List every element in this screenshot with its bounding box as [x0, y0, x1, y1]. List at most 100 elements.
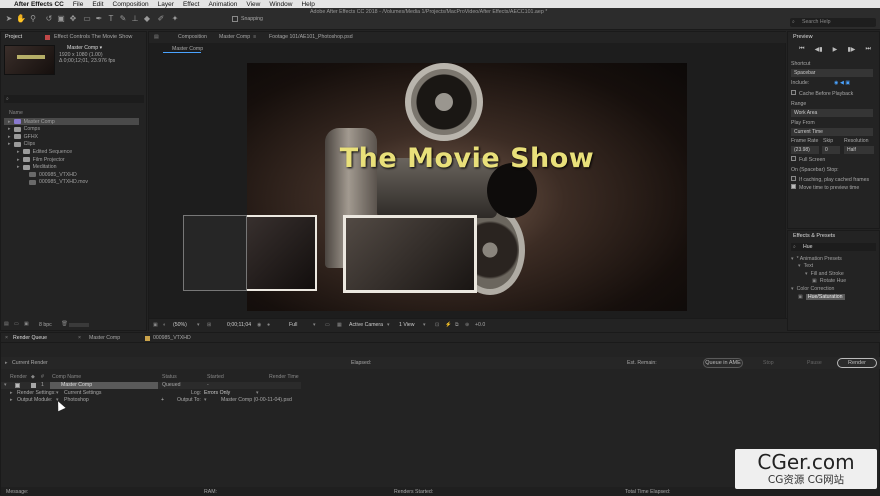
- always-preview-icon[interactable]: ▣: [153, 322, 158, 328]
- render-button[interactable]: Render: [837, 358, 877, 368]
- zoom-dropdown[interactable]: (50%): [173, 322, 187, 328]
- roto-brush-tool-icon[interactable]: ✐: [156, 14, 166, 24]
- chevron-down-icon[interactable]: ▾: [197, 322, 200, 328]
- col-render-time[interactable]: Render Time: [269, 374, 299, 380]
- expand-icon[interactable]: ▸: [10, 390, 13, 396]
- new-folder-icon[interactable]: ▭: [14, 321, 19, 327]
- tab-effect-controls[interactable]: Effect Controls The Movie Show: [54, 34, 132, 40]
- previous-frame-icon[interactable]: ◀▮: [815, 46, 823, 54]
- pen-tool-icon[interactable]: ✒: [94, 14, 104, 24]
- flowchart-icon[interactable]: ⊕: [465, 322, 469, 328]
- if-caching-checkbox[interactable]: [791, 176, 796, 181]
- project-list-item[interactable]: ▸ Comps: [4, 126, 139, 133]
- effects-list-item[interactable]: ▾ Fill and Stroke: [791, 270, 876, 277]
- timeline-icon[interactable]: ⧉: [455, 322, 459, 329]
- eraser-tool-icon[interactable]: ◆: [142, 14, 152, 24]
- region-of-interest-icon[interactable]: ▭: [325, 322, 330, 328]
- new-comp-icon[interactable]: ▣: [24, 321, 29, 327]
- menu-item-composition[interactable]: Composition: [113, 1, 149, 8]
- render-checkbox[interactable]: [15, 383, 20, 388]
- project-list-item[interactable]: ▸ Film Projector: [4, 156, 139, 163]
- label-color-swatch[interactable]: [31, 383, 36, 388]
- play-icon[interactable]: ▶: [833, 46, 838, 54]
- disclosure-triangle-icon[interactable]: ▸: [17, 149, 20, 155]
- menu-item-file[interactable]: File: [73, 1, 83, 8]
- snapshot-camera-icon[interactable]: ◉: [257, 322, 262, 328]
- column-name-header[interactable]: Name: [9, 110, 23, 116]
- skip-dropdown[interactable]: 0: [822, 146, 840, 154]
- interpret-footage-icon[interactable]: ▤: [4, 321, 9, 327]
- layer-outside-comp[interactable]: [183, 215, 247, 291]
- resolution-dropdown[interactable]: Full: [289, 322, 297, 328]
- resolution-dropdown[interactable]: Half: [844, 146, 874, 154]
- photo-frame-center[interactable]: [343, 215, 477, 293]
- snapping-checkbox[interactable]: [232, 16, 238, 22]
- effects-list-item[interactable]: ▣ Hue/Saturation: [791, 293, 876, 300]
- rectangle-tool-icon[interactable]: ▭: [82, 14, 92, 24]
- composition-canvas[interactable]: The Movie Show: [247, 63, 687, 311]
- type-tool-icon[interactable]: T: [106, 14, 116, 24]
- lock-icon[interactable]: ▤: [154, 34, 159, 40]
- tab-render-queue[interactable]: Render Queue: [13, 335, 47, 341]
- project-list-item[interactable]: 000985_VTXHD: [4, 171, 139, 178]
- include-video-icon[interactable]: ◉ ◀ ▣: [834, 80, 850, 86]
- next-frame-icon[interactable]: ▮▶: [847, 46, 855, 54]
- menu-item-app[interactable]: After Effects CC: [14, 1, 64, 8]
- tab-composition-name[interactable]: Master Comp: [219, 34, 250, 40]
- color-management-icon[interactable]: ◐: [163, 322, 166, 328]
- col-render[interactable]: Render: [10, 374, 27, 380]
- play-from-dropdown[interactable]: Current Time: [791, 128, 873, 136]
- effects-list-item[interactable]: ▾ Color Correction: [791, 285, 876, 292]
- pan-behind-tool-icon[interactable]: ✥: [68, 14, 78, 24]
- expand-icon[interactable]: ▸: [10, 397, 13, 403]
- project-scrollbar[interactable]: [69, 323, 89, 327]
- effects-list-item[interactable]: ▾ * Animation Presets: [791, 255, 876, 262]
- show-channel-icon[interactable]: ●: [267, 322, 270, 328]
- menu-item-edit[interactable]: Edit: [92, 1, 103, 8]
- hand-tool-icon[interactable]: ✋: [16, 14, 26, 24]
- render-queue-row[interactable]: ▾ 1 Master Comp Queued -: [1, 382, 301, 389]
- project-list-item[interactable]: ▸ GFHX: [4, 133, 139, 140]
- chevron-down-icon[interactable]: ▾: [313, 322, 316, 328]
- tab-preview[interactable]: Preview: [793, 34, 813, 40]
- chevron-down-icon[interactable]: ▾: [387, 322, 390, 328]
- disclosure-triangle-icon[interactable]: ▸: [8, 119, 11, 125]
- chevron-down-icon[interactable]: ▾: [256, 390, 259, 396]
- cache-checkbox[interactable]: [791, 90, 796, 95]
- effects-list-item[interactable]: ▣ Rotate Hue: [791, 278, 876, 285]
- menu-item-effect[interactable]: Effect: [183, 1, 200, 8]
- camera-tool-icon[interactable]: ▣: [56, 14, 66, 24]
- movie-title-text[interactable]: The Movie Show: [247, 143, 687, 174]
- output-to-value[interactable]: Master Comp (0-00-11-04).psd: [221, 397, 292, 403]
- add-output-icon[interactable]: +: [161, 397, 164, 403]
- tab-composition[interactable]: Composition: [178, 34, 207, 40]
- menu-item-view[interactable]: View: [246, 1, 260, 8]
- project-list-item[interactable]: ▸ Clips: [4, 141, 139, 148]
- menu-item-window[interactable]: Window: [269, 1, 292, 8]
- toggle-pixel-icon[interactable]: ⊡: [435, 322, 439, 328]
- fast-preview-icon[interactable]: ⚡: [445, 322, 451, 328]
- if-caching-row[interactable]: If caching, play cached frames: [791, 176, 869, 183]
- search-help-field[interactable]: ⌕ Search Help: [790, 18, 876, 27]
- breadcrumb[interactable]: Master Comp: [163, 44, 203, 53]
- comp-name-cell[interactable]: Master Comp: [50, 382, 158, 389]
- tab-project[interactable]: Project: [5, 34, 22, 40]
- full-screen-checkbox[interactable]: [791, 156, 796, 161]
- col-status[interactable]: Status: [162, 374, 177, 380]
- fit-icon[interactable]: ⊞: [207, 322, 211, 328]
- pause-button[interactable]: Pause: [807, 360, 822, 366]
- project-list-item[interactable]: ▸ Master Comp: [4, 118, 139, 125]
- project-search-input[interactable]: ⌕: [4, 95, 144, 103]
- tab-close-icon[interactable]: ×: [78, 335, 81, 341]
- col-tag-icon[interactable]: ◆: [31, 374, 35, 380]
- chevron-down-icon[interactable]: ▾: [423, 322, 426, 328]
- disclosure-icon[interactable]: ▸: [5, 360, 8, 366]
- photo-frame-left[interactable]: [247, 215, 317, 291]
- views-dropdown[interactable]: 1 View: [399, 322, 414, 328]
- shortcut-dropdown[interactable]: Spacebar: [791, 69, 873, 77]
- tab-menu-icon[interactable]: ≡: [253, 34, 256, 40]
- disclosure-triangle-icon[interactable]: ▸: [8, 126, 11, 132]
- selection-tool-icon[interactable]: ➤: [4, 14, 14, 24]
- selected-item-name[interactable]: Master Comp ▾: [67, 45, 102, 51]
- frame-rate-dropdown[interactable]: (23.98): [791, 146, 819, 154]
